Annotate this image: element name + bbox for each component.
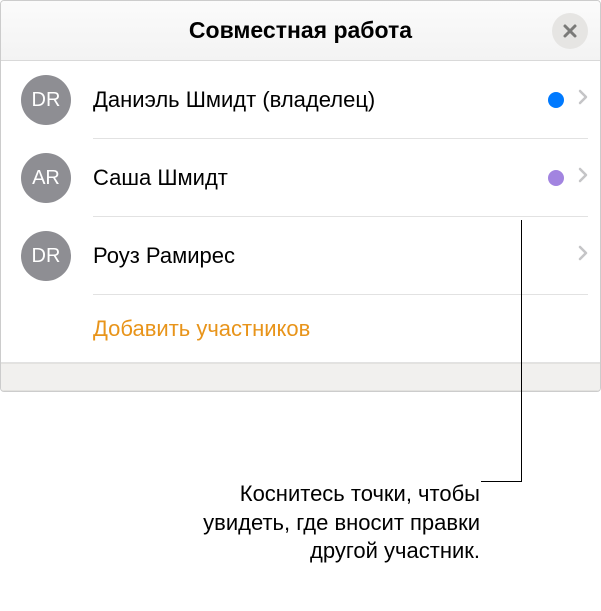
sheet-header: Совместная работа bbox=[1, 1, 600, 61]
chevron-right-icon bbox=[578, 245, 588, 266]
avatar: AR bbox=[21, 153, 71, 203]
close-button[interactable] bbox=[552, 13, 588, 49]
sheet-title: Совместная работа bbox=[189, 17, 412, 44]
participant-name: Саша Шмидт bbox=[93, 165, 548, 191]
presence-dot[interactable] bbox=[548, 170, 564, 186]
sheet-footer-bar bbox=[1, 363, 600, 391]
avatar: DR bbox=[21, 75, 71, 125]
collaboration-sheet: Совместная работа DR Даниэль Шмидт (влад… bbox=[0, 0, 601, 392]
add-participants-button[interactable]: Добавить участников bbox=[1, 295, 600, 363]
avatar: DR bbox=[21, 231, 71, 281]
participant-row[interactable]: AR Саша Шмидт bbox=[1, 139, 600, 217]
participant-name: Даниэль Шмидт (владелец) bbox=[93, 87, 548, 113]
participant-list: DR Даниэль Шмидт (владелец) AR Саша Шмид… bbox=[1, 61, 600, 363]
participant-row[interactable]: DR Роуз Рамирес bbox=[1, 217, 600, 295]
presence-dot[interactable] bbox=[548, 92, 564, 108]
callout-leader bbox=[521, 220, 522, 482]
add-participants-label: Добавить участников bbox=[93, 316, 310, 342]
chevron-right-icon bbox=[578, 89, 588, 110]
callout-text: Коснитесь точки, чтобы увидеть, где внос… bbox=[160, 480, 480, 566]
close-icon bbox=[562, 23, 578, 39]
callout-leader bbox=[481, 481, 522, 482]
chevron-right-icon bbox=[578, 167, 588, 188]
participant-name: Роуз Рамирес bbox=[93, 243, 578, 269]
participant-row[interactable]: DR Даниэль Шмидт (владелец) bbox=[1, 61, 600, 139]
